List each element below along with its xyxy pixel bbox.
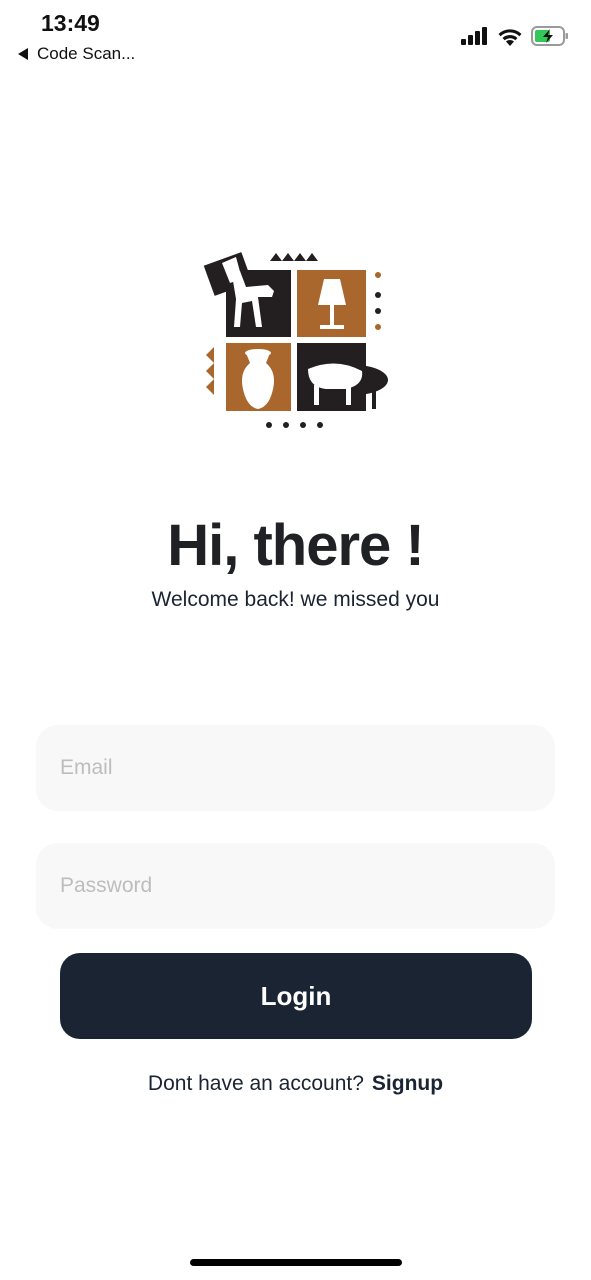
- wifi-icon: [498, 28, 522, 46]
- login-button[interactable]: Login: [60, 953, 532, 1039]
- signup-prompt-text: Dont have an account?: [147, 1072, 364, 1095]
- back-triangle-icon: [18, 48, 28, 60]
- home-indicator[interactable]: [190, 1259, 402, 1266]
- email-field-container: [36, 725, 555, 811]
- status-time: 13:49: [41, 10, 100, 36]
- signup-link[interactable]: Signup: [372, 1072, 443, 1095]
- back-link-label: Code Scan...: [37, 44, 136, 63]
- page-title: Hi, there !: [167, 513, 425, 578]
- status-icons: [461, 26, 569, 46]
- furniture-logo: [203, 252, 388, 428]
- password-input[interactable]: [58, 873, 555, 899]
- back-to-app-link[interactable]: Code Scan...: [18, 44, 135, 64]
- cellular-signal-icon: [461, 27, 487, 45]
- password-field-container: [36, 843, 555, 929]
- battery-charging-icon: [531, 26, 568, 46]
- signup-prompt: Dont have an account? Signup: [0, 1072, 591, 1096]
- email-input[interactable]: [58, 755, 555, 781]
- welcome-subtitle: Welcome back! we missed you: [151, 588, 440, 611]
